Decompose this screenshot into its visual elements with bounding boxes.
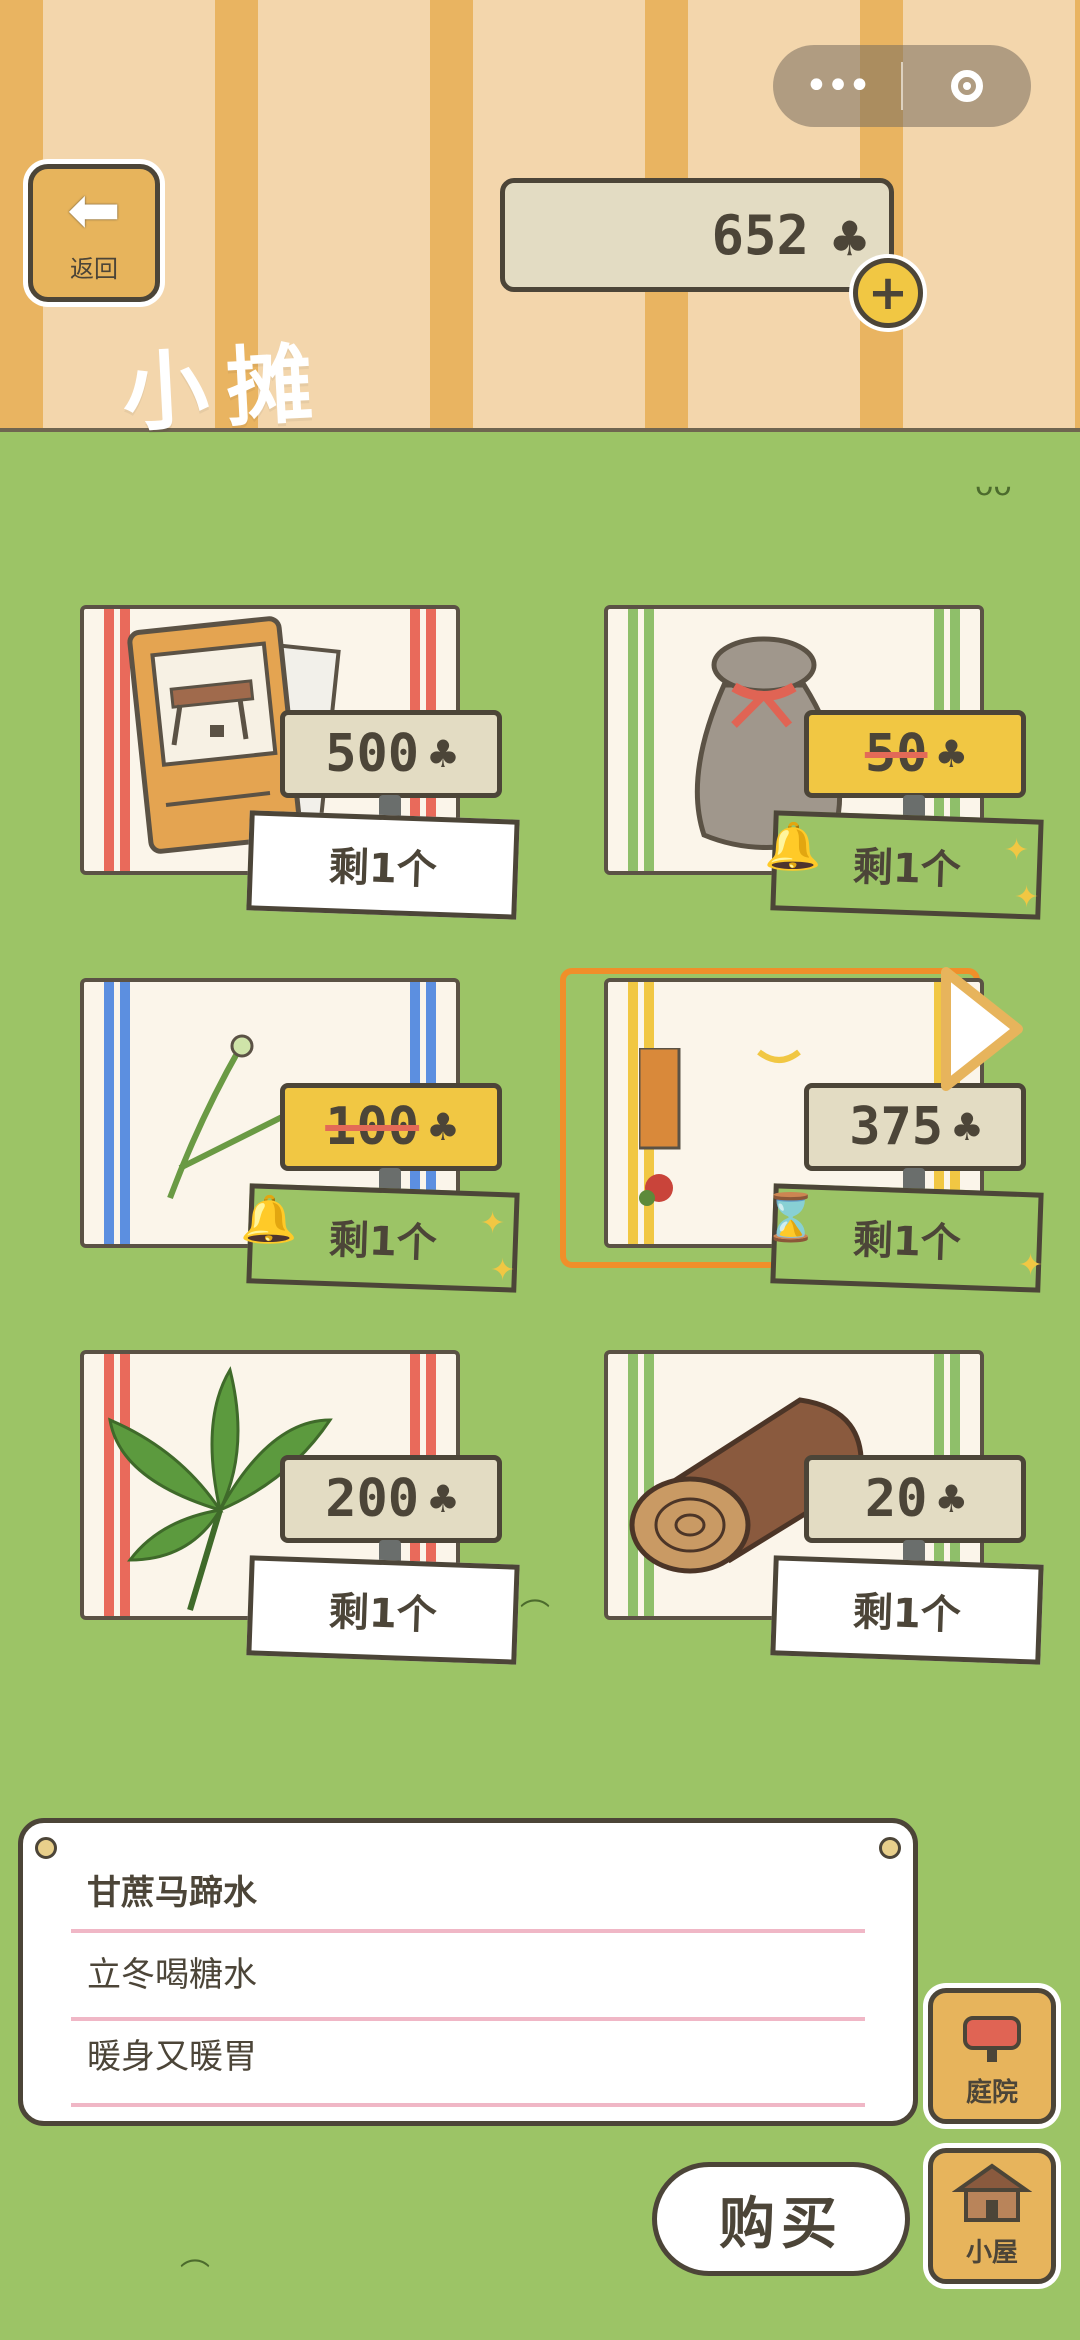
price-value: 20 (864, 1469, 928, 1529)
sparkle-icon: ✦ (1004, 833, 1030, 868)
coin-amount: 652 (711, 203, 809, 267)
back-button[interactable]: ⬅ 返回 (28, 164, 160, 302)
sparkle-icon: ✦ (480, 1206, 506, 1241)
yard-button-label: 庭院 (965, 2078, 1018, 2108)
note-rule (71, 2103, 865, 2107)
description-line: 立冬喝糖水 (87, 1955, 257, 1995)
price-tag: 20 ♣ (804, 1455, 1026, 1543)
clover-icon: ♣ (937, 1472, 966, 1526)
price-tag: 500 ♣ (280, 710, 502, 798)
add-coins-button[interactable]: + (853, 258, 923, 328)
clover-icon: ♣ (429, 727, 457, 781)
shop-item-5[interactable]: 200 ♣ 剩1个 (40, 1350, 540, 1680)
coin-balance: 652 ♣ (500, 178, 894, 292)
note-rule (71, 1929, 865, 1933)
clover-icon: ♣ (429, 1472, 457, 1526)
house-button[interactable]: 小屋 (928, 2148, 1056, 2284)
buy-button[interactable]: 购买 (652, 2162, 910, 2276)
price-tag: 50 ♣ (804, 710, 1026, 798)
price-tag: 375 ♣ (804, 1083, 1026, 1171)
target-icon[interactable] (903, 70, 1031, 102)
price-tag: 100 ♣ (280, 1083, 502, 1171)
clover-icon: ♣ (937, 727, 966, 781)
pin-icon (35, 1837, 57, 1859)
grass-decoration: ⌒ (520, 1598, 550, 1633)
more-dots-icon[interactable]: ••• (773, 63, 901, 109)
description-panel: 甘蔗马蹄水 立冬喝糖水 暖身又暖胃 (18, 1818, 918, 2126)
shop-item-1[interactable]: 500 ♣ 剩1个 (40, 605, 540, 935)
sparkle-icon: ✦ (1018, 1248, 1044, 1283)
price-value: 500 (325, 724, 420, 784)
shop-item-6[interactable]: 20 ♣ 剩1个 (564, 1350, 1064, 1680)
description-line: 甘蔗马蹄水 (87, 1873, 257, 1913)
yard-button[interactable]: 庭院 (928, 1988, 1056, 2124)
back-button-label: 返回 (70, 255, 118, 283)
price-value: 100 (325, 1097, 420, 1157)
clover-icon: ♣ (429, 1100, 457, 1154)
price-tag: 200 ♣ (280, 1455, 502, 1543)
hourglass-icon: ⌛ (762, 1190, 820, 1244)
bell-icon: 🔔 (240, 1192, 298, 1246)
price-value: 375 (849, 1097, 944, 1157)
house-button-label: 小屋 (965, 2238, 1018, 2268)
stock-label: 剩1个 (246, 810, 520, 920)
note-rule (71, 2017, 865, 2021)
stock-label: 剩1个 (770, 1555, 1044, 1665)
next-arrow-icon[interactable] (938, 966, 1028, 1092)
sparkle-icon: ✦ (490, 1253, 516, 1288)
clover-icon: ♣ (832, 205, 867, 273)
shop-item-3[interactable]: 100 ♣ 剩1个 🔔 ✦ ✦ (40, 978, 540, 1308)
grass-decoration: ⌒ (180, 2258, 210, 2293)
bell-icon: 🔔 (764, 819, 822, 873)
clover-icon: ♣ (953, 1100, 981, 1154)
back-arrow-icon: ⬅ (67, 174, 121, 248)
price-value: 200 (325, 1469, 420, 1529)
sparkle-icon: ✦ (1014, 880, 1040, 915)
stock-label: 剩1个 (246, 1555, 520, 1665)
page-title: 小摊 (119, 333, 333, 445)
price-value: 50 (864, 724, 928, 784)
mini-program-capsule: ••• (773, 45, 1031, 127)
grass-decoration: ᴗᴗ (975, 468, 1012, 503)
description-line: 暖身又暖胃 (87, 2037, 257, 2077)
pin-icon (879, 1837, 901, 1859)
house-icon (952, 2163, 1032, 2222)
mailbox-icon (963, 2016, 1021, 2062)
shop-item-2[interactable]: 50 ♣ 剩1个 🔔 ✦ ✦ (564, 605, 1064, 935)
